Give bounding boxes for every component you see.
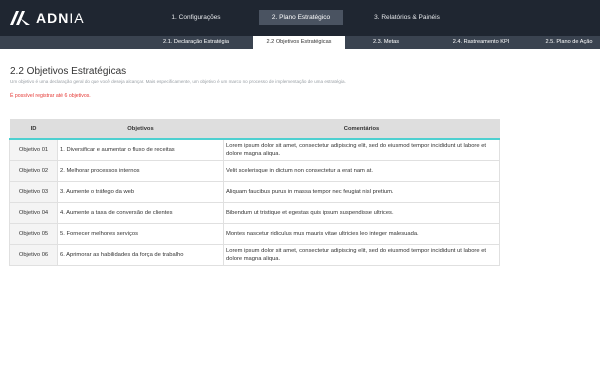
top-navigation-bar: ADNIA 1. Configurações 2. Plano Estratég…	[0, 0, 600, 36]
row-objective[interactable]: 6. Aprimorar as habilidades da força de …	[57, 244, 224, 266]
subtab-plano-de-acao[interactable]: 2.5. Plano de Ação	[538, 36, 600, 49]
header-objective: Objetivos	[57, 119, 224, 140]
logo-text-bold: ADN	[36, 10, 70, 26]
table-row: Objetivo 02 2. Melhorar processos intern…	[9, 160, 500, 182]
table-row: Objetivo 05 5. Fornecer melhores serviço…	[9, 223, 500, 245]
row-id: Objetivo 01	[9, 138, 58, 161]
header-comments: Comentários	[223, 119, 500, 140]
table-row: Objetivo 06 6. Aprimorar as habilidades …	[9, 244, 500, 266]
row-id: Objetivo 03	[9, 181, 58, 203]
row-objective[interactable]: 3. Aumente o tráfego da web	[57, 181, 224, 203]
row-comment[interactable]: Velit scelerisque in dictum non consecte…	[223, 160, 500, 182]
logo-mark-icon	[10, 11, 30, 25]
row-comment[interactable]: Montes nascetur ridiculus mus mauris vit…	[223, 223, 500, 245]
row-id: Objetivo 06	[9, 244, 58, 266]
page-description: Um objetivo é uma declaração geral do qu…	[10, 79, 346, 84]
app-logo[interactable]: ADNIA	[9, 9, 85, 27]
tab-configuracoes[interactable]: 1. Configurações	[155, 10, 237, 25]
row-objective[interactable]: 2. Melhorar processos internos	[57, 160, 224, 182]
table-row: Objetivo 04 4. Aumente a taxa de convers…	[9, 202, 500, 224]
row-id: Objetivo 02	[9, 160, 58, 182]
table-row: Objetivo 03 3. Aumente o tráfego da web …	[9, 181, 500, 203]
sub-navigation-bar: 2.1. Declaração Estratégia 2.2 Objetivos…	[0, 36, 600, 49]
table-header-row: ID Objetivos Comentários	[9, 119, 500, 140]
subtab-rastreamento-kpi[interactable]: 2.4. Rastreamento KPI	[440, 36, 522, 49]
logo-text: ADNIA	[36, 10, 85, 26]
objectives-table: ID Objetivos Comentários Objetivo 01 1. …	[9, 119, 500, 266]
header-id: ID	[9, 119, 58, 140]
logo-text-thin: IA	[69, 10, 85, 26]
row-comment[interactable]: Lorem ipsum dolor sit amet, consectetur …	[223, 244, 500, 266]
tab-plano-estrategico[interactable]: 2. Plano Estratégico	[259, 10, 343, 25]
subtab-objetivos-estrategicas[interactable]: 2.2 Objetivos Estratégicas	[253, 36, 345, 49]
row-comment[interactable]: Lorem ipsum dolor sit amet, consectetur …	[223, 138, 500, 161]
row-objective[interactable]: 1. Diversificar e aumentar o fluxo de re…	[57, 138, 224, 161]
subtab-metas[interactable]: 2.3. Metas	[360, 36, 412, 49]
row-comment[interactable]: Aliquam faucibus purus in massa tempor n…	[223, 181, 500, 203]
row-comment[interactable]: Bibendum ut tristique et egestas quis ip…	[223, 202, 500, 224]
row-id: Objetivo 05	[9, 223, 58, 245]
subtab-declaracao-estrategia[interactable]: 2.1. Declaração Estratégia	[151, 36, 241, 49]
row-objective[interactable]: 5. Fornecer melhores serviços	[57, 223, 224, 245]
tab-relatorios-paineis[interactable]: 3. Relatórios & Painéis	[364, 10, 450, 25]
row-id: Objetivo 04	[9, 202, 58, 224]
row-objective[interactable]: 4. Aumente a taxa de conversão de client…	[57, 202, 224, 224]
limit-note: É possível registrar até 6 objetivos.	[10, 93, 91, 99]
page-title: 2.2 Objetivos Estratégicas	[10, 66, 127, 77]
table-row: Objetivo 01 1. Diversificar e aumentar o…	[9, 138, 500, 161]
